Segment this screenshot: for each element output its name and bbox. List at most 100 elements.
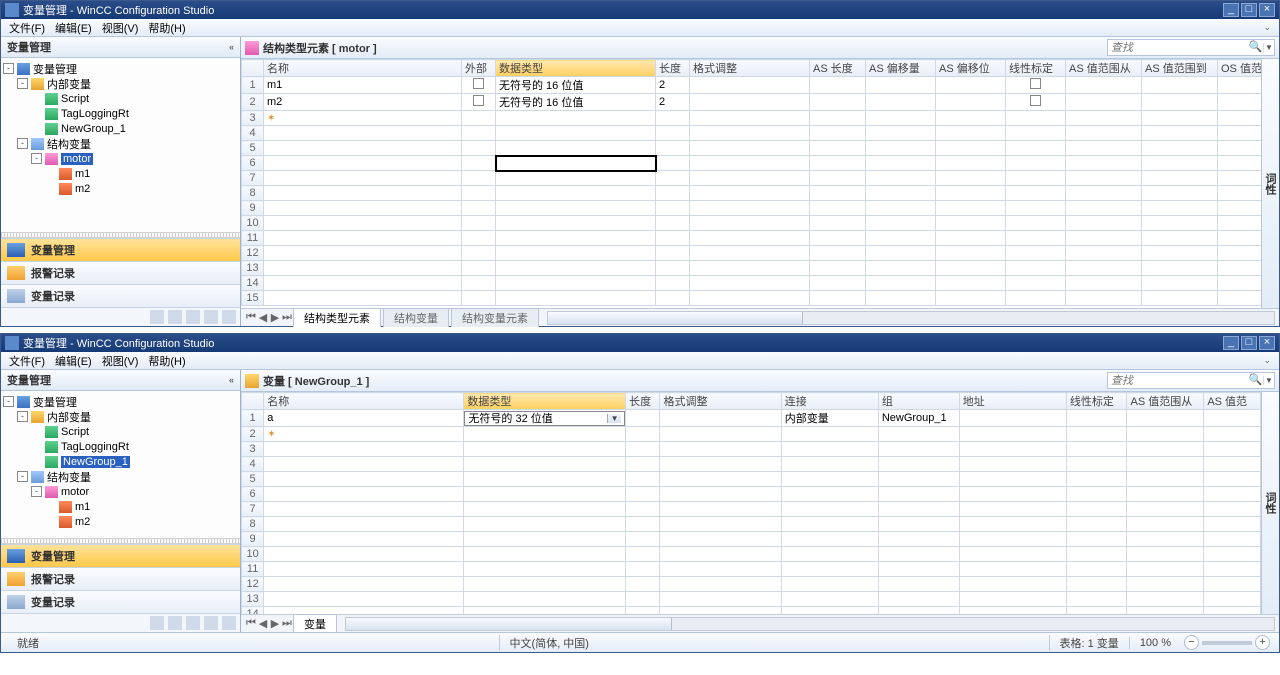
zoom-slider[interactable] [1202, 641, 1252, 645]
col-conn[interactable]: 连接 [781, 393, 878, 410]
tab-nav-last[interactable]: ⏭ [281, 617, 293, 630]
col-linear[interactable]: 线性标定 [1066, 393, 1127, 410]
tree-expander[interactable]: - [17, 78, 28, 89]
col-name[interactable]: 名称 [264, 393, 464, 410]
strip-icon[interactable] [204, 310, 218, 324]
tree-newgroup[interactable]: NewGroup_1 [61, 123, 126, 135]
grid-bot[interactable]: 名称 数据类型 长度 格式调整 连接 组 地址 线性标定 AS 值范围从 AS … [241, 392, 1261, 614]
table-row[interactable]: 7 [242, 502, 1261, 517]
menu-view[interactable]: 视图(V) [97, 353, 144, 369]
menu-file[interactable]: 文件(F) [4, 20, 50, 36]
tree-internal[interactable]: 内部变量 [47, 409, 91, 425]
outlook-var-mgmt[interactable]: 变量管理 [1, 238, 240, 261]
table-row[interactable]: 4 [242, 457, 1261, 472]
col-dtype[interactable]: 数据类型 [496, 60, 656, 77]
tree-struct[interactable]: 结构变量 [47, 136, 91, 152]
new-row-icon[interactable]: ✶ [267, 113, 275, 124]
tree-internal[interactable]: 内部变量 [47, 76, 91, 92]
menu-view[interactable]: 视图(V) [97, 20, 144, 36]
table-row[interactable]: 5 [242, 141, 1262, 156]
search-dropdown-icon[interactable]: ▼ [1263, 43, 1274, 52]
strip-icon[interactable] [150, 616, 164, 630]
table-row[interactable]: 9 [242, 532, 1261, 547]
tree-taglogging[interactable]: TagLoggingRt [61, 108, 129, 120]
tab-nav-prev[interactable]: ◀ [257, 311, 269, 324]
tab-struct-var[interactable]: 结构变量 [383, 308, 449, 327]
new-row-icon[interactable]: ✶ [267, 429, 275, 440]
tab-variable[interactable]: 变量 [293, 614, 337, 633]
outlook-alarm[interactable]: 报警记录 [1, 261, 240, 284]
panel-collapse-icon[interactable]: « [229, 375, 234, 385]
menubar-collapse-icon[interactable]: ⌄ [1258, 22, 1276, 33]
table-row[interactable]: 11 [242, 562, 1261, 577]
max-button[interactable]: □ [1241, 336, 1257, 350]
menu-help[interactable]: 帮助(H) [143, 20, 190, 36]
tree-script[interactable]: Script [61, 426, 89, 438]
outlook-taglog[interactable]: 变量记录 [1, 590, 240, 613]
tab-nav-first[interactable]: ⏮ [245, 311, 257, 324]
col-linear[interactable]: 线性标定 [1006, 60, 1066, 77]
table-row[interactable]: 11 [242, 231, 1262, 246]
col-dtype[interactable]: 数据类型 [464, 393, 626, 410]
tree-script[interactable]: Script [61, 93, 89, 105]
table-row[interactable]: 6 [242, 487, 1261, 502]
menu-help[interactable]: 帮助(H) [143, 353, 190, 369]
zoom-out-button[interactable]: − [1184, 635, 1199, 650]
col-ext[interactable]: 外部 [462, 60, 496, 77]
table-row[interactable]: 3✶ [242, 111, 1262, 126]
table-row[interactable]: 9 [242, 201, 1262, 216]
dtype-cell[interactable]: 无符号的 32 位值 ▼ 二进制变量 有符号的 8 位值 无符号的 8 位值 有… [464, 410, 626, 427]
strip-icon[interactable] [222, 310, 236, 324]
tab-nav-first[interactable]: ⏮ [245, 617, 257, 630]
tree-root[interactable]: 变量管理 [33, 394, 77, 410]
table-row[interactable]: 2✶ [242, 427, 1261, 442]
search-icon[interactable]: 🔍 [1248, 40, 1263, 55]
col-name[interactable]: 名称 [264, 60, 462, 77]
zoom-in-button[interactable]: + [1255, 635, 1270, 650]
min-button[interactable]: _ [1223, 336, 1239, 350]
menu-file[interactable]: 文件(F) [4, 353, 50, 369]
col-rto[interactable]: AS 值范围到 [1142, 60, 1218, 77]
tree-expander[interactable]: - [17, 138, 28, 149]
table-row[interactable]: 15 [242, 291, 1262, 306]
col-rfrom[interactable]: AS 值范围从 [1066, 60, 1142, 77]
outlook-var-mgmt[interactable]: 变量管理 [1, 544, 240, 567]
table-row[interactable]: 12 [242, 246, 1262, 261]
table-row[interactable]: 13 [242, 592, 1261, 607]
table-row[interactable]: 5 [242, 472, 1261, 487]
checkbox[interactable] [473, 95, 484, 106]
tree-m1[interactable]: m1 [75, 168, 90, 180]
menu-edit[interactable]: 编辑(E) [50, 353, 97, 369]
table-row[interactable]: 10 [242, 547, 1261, 562]
close-button[interactable]: × [1259, 336, 1275, 350]
strip-icon[interactable] [204, 616, 218, 630]
col-aslen[interactable]: AS 长度 [810, 60, 866, 77]
tree-expander[interactable]: - [31, 153, 42, 164]
col-asoff[interactable]: AS 偏移量 [866, 60, 936, 77]
tree-motor[interactable]: motor [61, 486, 89, 498]
col-rto[interactable]: AS 值范 [1204, 393, 1261, 410]
checkbox[interactable] [1030, 78, 1041, 89]
table-row[interactable]: 3 [242, 442, 1261, 457]
checkbox[interactable] [473, 78, 484, 89]
strip-icon[interactable] [168, 310, 182, 324]
tab-nav-prev[interactable]: ◀ [257, 617, 269, 630]
col-fmt[interactable]: 格式调整 [660, 393, 781, 410]
grid-top[interactable]: 名称 外部 数据类型 长度 格式调整 AS 长度 AS 偏移量 AS 偏移位 线… [241, 59, 1261, 308]
table-row[interactable]: 13 [242, 261, 1262, 276]
search-icon[interactable]: 🔍 [1248, 373, 1263, 388]
max-button[interactable]: □ [1241, 3, 1257, 17]
table-row[interactable]: 4 [242, 126, 1262, 141]
table-row[interactable]: 8 [242, 186, 1262, 201]
properties-tab[interactable]: 词性 [1261, 392, 1279, 614]
min-button[interactable]: _ [1223, 3, 1239, 17]
tab-struct-elem[interactable]: 结构类型元素 [293, 308, 381, 327]
table-row[interactable]: 1 a 无符号的 32 位值 ▼ 二进制变量 有符号的 8 位值 [242, 410, 1261, 427]
h-scrollbar[interactable] [547, 311, 1275, 325]
dtype-dropdown[interactable]: 无符号的 32 位值 ▼ [464, 411, 625, 426]
table-row[interactable]: 7 [242, 171, 1262, 186]
outlook-taglog[interactable]: 变量记录 [1, 284, 240, 307]
checkbox[interactable] [1030, 95, 1041, 106]
col-fmt[interactable]: 格式调整 [690, 60, 810, 77]
strip-icon[interactable] [150, 310, 164, 324]
